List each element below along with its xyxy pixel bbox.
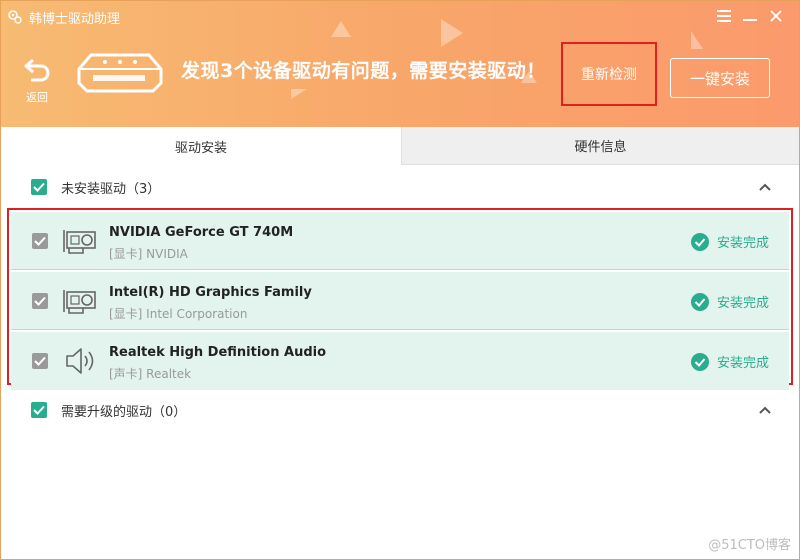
check-icon [34,296,46,306]
driver-name: Realtek High Definition Audio [109,345,327,360]
driver-vendor: [显卡] Intel Corporation [109,307,248,321]
decor-triangle [691,31,703,49]
chevron-up-icon[interactable] [757,402,773,418]
app-title: 韩博士驱动助理 [29,11,121,27]
tab-driver-install[interactable]: 驱动安装 [1,127,401,165]
driver-status: 安装完成 [691,232,769,251]
header-banner: 韩博士驱动助理 返回 发现3个设备驱动有问题，需要安装驱动！ 重新检测 一键安装 [1,1,799,127]
driver-vendor: [声卡] Realtek [109,367,192,381]
watermark: @51CTO博客 [708,538,791,553]
status-text: 安装完成 [717,236,770,251]
section-label-need-upgrade: 需要升级的驱动（0） [61,404,187,420]
close-icon [770,10,782,22]
driver-item[interactable]: Intel(R) HD Graphics Family [显卡] Intel C… [11,272,789,330]
driver-checkbox[interactable] [32,293,48,309]
decor-triangle [331,21,351,37]
title-bar: 韩博士驱动助理 [7,7,120,27]
app-window: 韩博士驱动助理 返回 发现3个设备驱动有问题，需要安装驱动！ 重新检测 一键安装… [0,0,800,560]
section-label-not-installed: 未安装驱动（3） [61,181,161,197]
minimize-button[interactable] [737,5,763,27]
driver-list: NVIDIA GeForce GT 740M [显卡] NVIDIA 安装完成 … [7,208,793,390]
status-text: 安装完成 [717,296,770,311]
tab-hardware-info[interactable]: 硬件信息 [401,127,799,165]
check-icon [33,182,45,192]
menu-button[interactable] [711,5,737,27]
graphics-card-icon [63,226,99,256]
check-icon [34,356,46,366]
decor-triangle [441,19,463,47]
graphics-card-icon [63,286,99,316]
check-icon [33,405,45,415]
check-circle-icon [691,352,709,371]
decor-triangle [291,89,307,99]
driver-name: NVIDIA GeForce GT 740M [109,225,294,240]
check-circle-icon [691,292,709,311]
section-not-installed: 未安装驱动（3） [1,167,799,207]
check-circle-icon [691,232,709,251]
one-click-install-button[interactable]: 一键安装 [670,58,770,98]
back-arrow-icon [24,58,50,82]
gear-icon [7,9,23,25]
headline: 发现3个设备驱动有问题，需要安装驱动！ [181,60,546,82]
back-label: 返回 [26,91,48,104]
need-upgrade-checkbox[interactable] [31,402,47,418]
tab-bar: 驱动安装 硬件信息 [1,127,799,165]
driver-status: 安装完成 [691,292,769,311]
driver-item[interactable]: NVIDIA GeForce GT 740M [显卡] NVIDIA 安装完成 [11,212,789,270]
check-icon [34,236,46,246]
minimize-icon [743,19,757,21]
not-installed-checkbox[interactable] [31,179,47,195]
rescan-button[interactable]: 重新检测 [561,42,657,106]
driver-checkbox[interactable] [32,353,48,369]
driver-name: Intel(R) HD Graphics Family [109,285,312,300]
router-device-icon [71,49,169,97]
driver-checkbox[interactable] [32,233,48,249]
close-button[interactable] [763,5,789,27]
speaker-icon [63,346,99,376]
section-need-upgrade: 需要升级的驱动（0） [1,390,799,430]
back-button[interactable]: 返回 [19,57,55,107]
driver-status: 安装完成 [691,352,769,371]
driver-vendor: [显卡] NVIDIA [109,247,188,261]
status-text: 安装完成 [717,356,770,371]
menu-icon [717,10,731,22]
chevron-up-icon[interactable] [757,179,773,195]
window-controls [711,5,789,27]
driver-item[interactable]: Realtek High Definition Audio [声卡] Realt… [11,332,789,390]
